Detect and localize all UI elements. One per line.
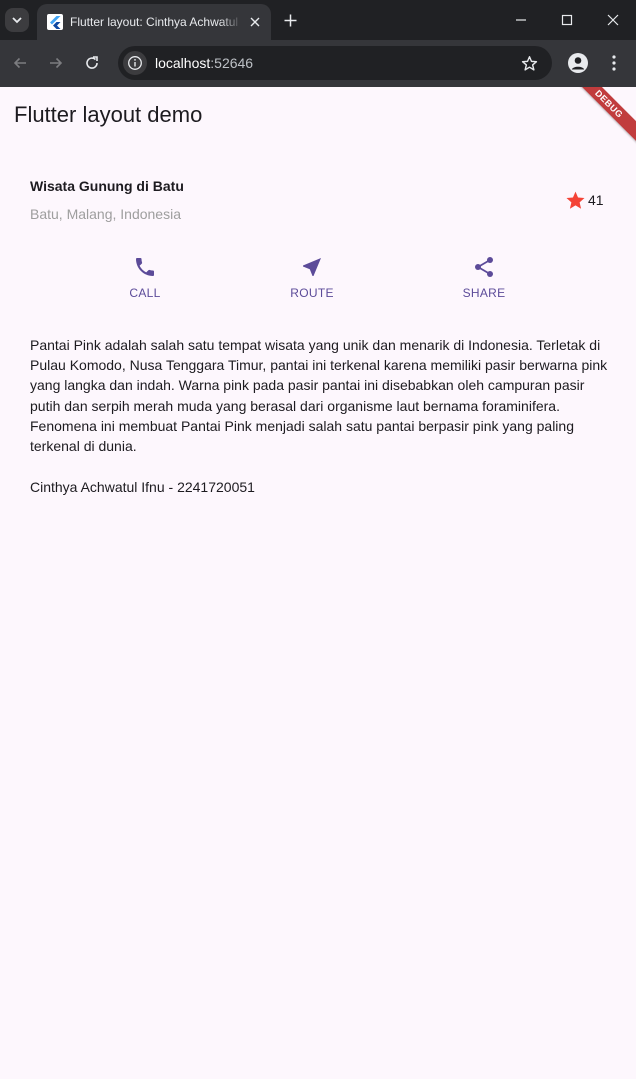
back-button[interactable] (10, 53, 30, 73)
chevron-down-icon (12, 17, 22, 24)
rating-count: 41 (588, 192, 604, 208)
share-button[interactable]: SHARE (439, 255, 529, 300)
more-vert-icon (612, 55, 616, 71)
share-icon (475, 257, 493, 277)
app-content: Flutter layout demo DEBUG Wisata Gunung … (0, 87, 636, 1079)
close-icon (607, 14, 619, 26)
app-bar-title: Flutter layout demo (14, 102, 203, 127)
maximize-icon (561, 14, 573, 26)
route-label: ROUTE (290, 286, 334, 300)
call-button[interactable]: CALL (100, 255, 190, 300)
reload-icon (86, 56, 98, 69)
description-text: Pantai Pink adalah salah satu tempat wis… (30, 337, 608, 455)
debug-banner: DEBUG (565, 87, 636, 148)
close-icon (250, 17, 260, 27)
phone-icon (136, 258, 154, 276)
browser-menu-button[interactable] (604, 53, 624, 73)
url-host: localhost (155, 55, 211, 71)
tab-title-fade (220, 12, 242, 32)
maximize-button[interactable] (557, 10, 577, 30)
place-title: Wisata Gunung di Batu (30, 178, 184, 194)
tab-search-button[interactable] (5, 8, 29, 32)
profile-button[interactable] (568, 53, 588, 73)
tab-close-button[interactable] (246, 13, 264, 31)
place-subtitle: Batu, Malang, Indonesia (30, 206, 181, 222)
navigation-icon (303, 258, 321, 276)
browser-toolbar: localhost:52646 (0, 40, 636, 87)
rating: 41 (565, 189, 604, 211)
browser-tab-strip: Flutter layout: Cinthya Achwatul Ifnu (0, 0, 636, 40)
star-outline-icon (521, 55, 537, 71)
address-bar[interactable]: localhost:52646 (118, 46, 552, 80)
site-info-button[interactable] (123, 51, 147, 75)
minimize-button[interactable] (511, 10, 531, 30)
info-icon (128, 56, 142, 70)
star-icon (566, 191, 585, 209)
arrow-right-icon (50, 57, 63, 69)
new-tab-button[interactable] (280, 10, 300, 30)
flutter-icon (47, 14, 63, 30)
account-icon (571, 57, 585, 70)
tab-title: Flutter layout: Cinthya Achwatul Ifnu (70, 15, 240, 29)
reload-button[interactable] (82, 53, 102, 73)
route-button[interactable]: ROUTE (267, 255, 357, 300)
browser-tab[interactable]: Flutter layout: Cinthya Achwatul Ifnu (37, 4, 271, 40)
plus-icon (284, 14, 296, 26)
arrow-left-icon (13, 57, 26, 69)
share-label: SHARE (462, 286, 506, 300)
window-close-button[interactable] (603, 10, 623, 30)
minimize-icon (516, 19, 526, 21)
bookmark-button[interactable] (520, 54, 538, 72)
forward-button[interactable] (46, 53, 66, 73)
url-text: localhost:52646 (155, 55, 253, 71)
url-port: :52646 (210, 55, 254, 71)
author-text: Cinthya Achwatul Ifnu - 2241720051 (30, 479, 255, 495)
call-label: CALL (129, 286, 161, 300)
